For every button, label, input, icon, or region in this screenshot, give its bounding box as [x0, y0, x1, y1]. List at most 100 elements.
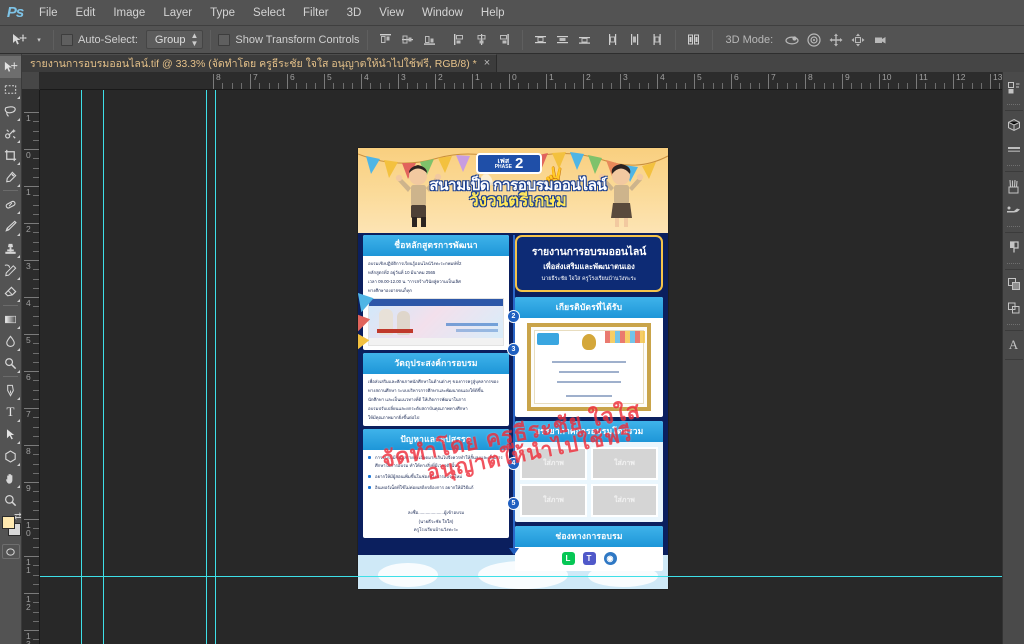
layer-comps-panel-icon[interactable] — [1004, 272, 1024, 296]
foreground-color-swatch[interactable] — [2, 516, 15, 529]
menu-layer[interactable]: Layer — [154, 0, 201, 26]
pan-3d-object-icon[interactable] — [825, 29, 847, 51]
auto-select-checkbox[interactable] — [61, 34, 73, 46]
dock-grip[interactable] — [1007, 225, 1021, 229]
flyout-triangle-icon — [17, 118, 20, 121]
slide-3d-object-icon[interactable] — [847, 29, 869, 51]
pen-tool[interactable] — [0, 379, 21, 401]
ruler-tick-major — [361, 74, 362, 89]
distribute-horizontal-centers-icon[interactable] — [624, 29, 646, 51]
align-bottom-edges-icon[interactable] — [419, 29, 441, 51]
dock-grip[interactable] — [1007, 323, 1021, 327]
3d-panel-icon[interactable] — [1004, 113, 1024, 137]
menu-3d[interactable]: 3D — [338, 0, 371, 26]
auto-select-scope-dropdown[interactable]: Group ▲▼ — [146, 30, 204, 49]
photo-placeholder-3[interactable]: ใส่ภาพ — [520, 484, 587, 517]
guide-horizontal-1[interactable] — [40, 576, 1002, 577]
menu-window[interactable]: Window — [413, 0, 472, 26]
ruler-tick-minor — [33, 464, 39, 465]
eyedropper-tool[interactable] — [0, 166, 21, 188]
hand-tool[interactable] — [0, 467, 21, 489]
menu-select[interactable]: Select — [244, 0, 294, 26]
menu-filter[interactable]: Filter — [294, 0, 338, 26]
lasso-tool[interactable] — [0, 100, 21, 122]
layers-panel-icon[interactable] — [1004, 296, 1024, 320]
ruler-tick-major — [620, 74, 621, 89]
rotate-3d-object-icon[interactable] — [781, 29, 803, 51]
ruler-origin-corner[interactable] — [22, 72, 40, 90]
ruler-tick-minor — [639, 83, 640, 89]
quick-mask-icon[interactable] — [2, 544, 20, 559]
photo-placeholder-2[interactable]: ใส่ภาพ — [591, 447, 658, 480]
spot-healing-brush-tool[interactable] — [0, 193, 21, 215]
distribute-top-edges-icon[interactable] — [530, 29, 552, 51]
mini-bridge-panel-icon[interactable] — [1004, 76, 1024, 100]
menu-view[interactable]: View — [370, 0, 413, 26]
move-tool-icon[interactable] — [6, 29, 32, 51]
dock-grip[interactable] — [1007, 164, 1021, 168]
document-tab[interactable]: รายงานการอบรมออนไลน์.tif @ 33.3% (จัดทำโ… — [22, 54, 497, 72]
ruler-label: 6 — [734, 73, 739, 82]
path-selection-tool[interactable] — [0, 423, 21, 445]
zoom-tool[interactable] — [0, 489, 21, 511]
type-tool[interactable]: T — [0, 401, 21, 423]
distribute-right-edges-icon[interactable] — [646, 29, 668, 51]
move-tool[interactable] — [0, 56, 21, 78]
ruler-tick-minor — [33, 353, 39, 354]
dodge-tool[interactable] — [0, 352, 21, 374]
character-panel-icon[interactable]: A — [1004, 333, 1024, 357]
clone-stamp-tool[interactable] — [0, 237, 21, 259]
shape-tool[interactable] — [0, 445, 21, 467]
align-horizontal-centers-icon[interactable] — [471, 29, 493, 51]
guide-vertical-1[interactable] — [81, 90, 82, 644]
brush-tool[interactable] — [0, 215, 21, 237]
crop-tool[interactable] — [0, 144, 21, 166]
color-swatches[interactable]: ⇄ — [0, 515, 22, 539]
align-vertical-centers-icon[interactable] — [397, 29, 419, 51]
align-right-edges-icon[interactable] — [493, 29, 515, 51]
blur-tool[interactable] — [0, 330, 21, 352]
brush-panel-icon[interactable] — [1004, 198, 1024, 222]
swap-colors-icon[interactable]: ⇄ — [14, 511, 22, 522]
tool-preset-chevron-down-icon[interactable]: ▾ — [32, 29, 46, 51]
dock-grip[interactable] — [1007, 103, 1021, 107]
roll-3d-object-icon[interactable] — [803, 29, 825, 51]
distribute-bottom-edges-icon[interactable] — [574, 29, 596, 51]
certificate-ribbon-icon — [537, 333, 559, 345]
menu-file[interactable]: File — [30, 0, 67, 26]
guide-vertical-3[interactable] — [206, 90, 207, 644]
menu-type[interactable]: Type — [201, 0, 244, 26]
document-canvas-area[interactable]: เฟส PHASE 2 ✌ สนามเป็ด การอบรมออนไลน์ วั… — [40, 90, 1002, 644]
distribute-vertical-centers-icon[interactable] — [552, 29, 574, 51]
show-transform-group: Show Transform Controls — [218, 34, 359, 46]
distribute-left-edges-icon[interactable] — [602, 29, 624, 51]
vertical-ruler[interactable]: 1012345678910111213 — [22, 90, 40, 644]
guide-vertical-4[interactable] — [215, 90, 216, 644]
gradient-tool[interactable] — [0, 308, 21, 330]
align-top-edges-icon[interactable] — [375, 29, 397, 51]
rectangular-marquee-tool[interactable] — [0, 78, 21, 100]
menu-edit[interactable]: Edit — [67, 0, 105, 26]
menu-image[interactable]: Image — [104, 0, 154, 26]
ruler-tick-minor — [528, 83, 529, 89]
menu-help[interactable]: Help — [472, 0, 514, 26]
brush-presets-panel-icon[interactable] — [1004, 174, 1024, 198]
horizontal-ruler[interactable]: 87654321012345678910111213 — [40, 72, 1002, 90]
show-transform-controls-checkbox[interactable] — [218, 34, 230, 46]
masks-panel-icon[interactable] — [1004, 235, 1024, 259]
auto-align-layers-icon[interactable] — [683, 29, 705, 51]
close-icon[interactable]: × — [484, 58, 490, 69]
guide-vertical-2[interactable] — [103, 90, 104, 644]
photo-placeholder-4[interactable]: ใส่ภาพ — [591, 484, 658, 517]
quick-selection-tool[interactable] — [0, 122, 21, 144]
scale-3d-object-icon[interactable] — [869, 29, 891, 51]
history-brush-tool[interactable] — [0, 259, 21, 281]
artboard[interactable]: เฟส PHASE 2 ✌ สนามเป็ด การอบรมออนไลน์ วั… — [358, 148, 668, 589]
phase-badge-number: 2 — [515, 155, 523, 172]
align-left-edges-icon[interactable] — [449, 29, 471, 51]
eraser-tool[interactable] — [0, 281, 21, 303]
dock-grip[interactable] — [1007, 262, 1021, 266]
3d-scene-panel-icon[interactable] — [1004, 137, 1024, 161]
photo-placeholder-1[interactable]: ใส่ภาพ — [520, 447, 587, 480]
ruler-label: 8 — [216, 73, 221, 82]
